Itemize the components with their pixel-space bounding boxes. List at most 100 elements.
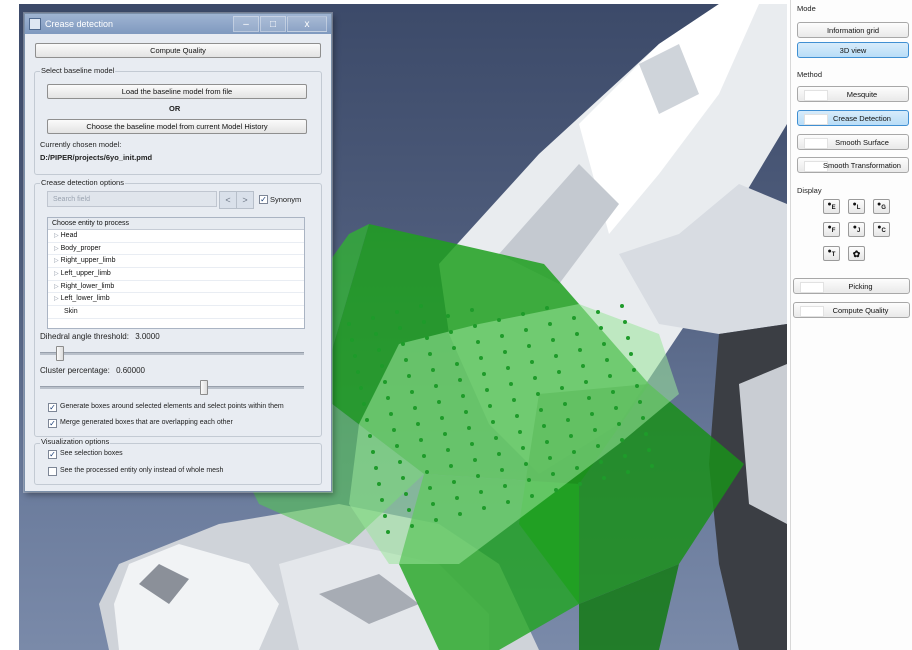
mesh-point — [428, 352, 432, 356]
mesh-point — [407, 374, 411, 378]
entity-item[interactable]: ▷ Left_lower_limb — [48, 293, 304, 307]
entity-item[interactable]: ▷ Right_upper_limb — [48, 255, 304, 269]
mesh-point — [392, 428, 396, 432]
mesh-point — [503, 350, 507, 354]
mesh-point — [557, 370, 561, 374]
mesh-point — [386, 396, 390, 400]
mesh-point — [476, 340, 480, 344]
display-g-button[interactable]: ●G — [873, 199, 890, 214]
mesh-point — [449, 330, 453, 334]
or-text: OR — [169, 104, 181, 113]
dihedral-slider-handle[interactable] — [56, 346, 64, 361]
mesquite-button[interactable]: Mesquite — [797, 86, 909, 102]
mesh-point — [608, 374, 612, 378]
see-boxes-checkbox[interactable]: ✓ — [48, 450, 57, 459]
mesh-point — [479, 490, 483, 494]
mesh-point — [395, 310, 399, 314]
mesh-point — [389, 412, 393, 416]
display-t-button[interactable]: ●T — [823, 246, 840, 261]
mesh-point — [500, 468, 504, 472]
mesh-point — [524, 462, 528, 466]
crease-detection-button[interactable]: Crease Detection — [797, 110, 909, 126]
mesh-point — [521, 312, 525, 316]
mesh-point — [578, 348, 582, 352]
entity-item[interactable]: ▷ Body_proper — [48, 243, 304, 256]
compute-quality-panel-button[interactable]: Compute Quality — [793, 302, 910, 318]
choose-baseline-button[interactable]: Choose the baseline model from current M… — [47, 119, 307, 134]
mesh-point — [605, 358, 609, 362]
mesh-point — [404, 492, 408, 496]
entity-item[interactable]: ▷ Head — [48, 230, 304, 243]
mesh-point — [401, 476, 405, 480]
baseline-group-title: Select baseline model — [40, 66, 116, 75]
mesh-point — [602, 476, 606, 480]
entity-item[interactable]: ▷ Left_upper_limb — [48, 268, 304, 281]
mesh-point — [644, 432, 648, 436]
mesh-point — [401, 342, 405, 346]
see-boxes-label: See selection boxes — [60, 450, 123, 457]
mesh-point — [371, 316, 375, 320]
method-label: Method — [797, 70, 823, 79]
mesh-point — [425, 470, 429, 474]
load-baseline-button[interactable]: Load the baseline model from file — [47, 84, 307, 99]
mesh-point — [515, 414, 519, 418]
dialog-titlebar[interactable]: Crease detection – □ x — [25, 14, 331, 34]
compute-quality-button[interactable]: Compute Quality — [35, 43, 321, 58]
cluster-slider-handle[interactable] — [200, 380, 208, 395]
mesh-point — [383, 514, 387, 518]
mesh-point — [566, 418, 570, 422]
mesh-point — [446, 448, 450, 452]
mesh-point — [398, 326, 402, 330]
entity-item[interactable]: ▷ Right_lower_limb — [48, 281, 304, 294]
mesh-point — [485, 388, 489, 392]
options-group-title: Crease detection options — [40, 178, 125, 187]
mesh-point — [530, 360, 534, 364]
mesh-point — [533, 376, 537, 380]
mesh-point — [458, 378, 462, 382]
mesh-point — [482, 506, 486, 510]
mesh-point — [467, 426, 471, 430]
mesh-point — [440, 416, 444, 420]
mesh-point — [593, 428, 597, 432]
generate-boxes-checkbox[interactable]: ✓ — [48, 403, 57, 412]
display-e-button[interactable]: ●E — [823, 199, 840, 214]
mesh-point — [620, 438, 624, 442]
mesh-point — [353, 354, 357, 358]
minimize-button[interactable]: – — [233, 16, 259, 32]
mesh-point — [398, 460, 402, 464]
mesh-point — [368, 434, 372, 438]
entity-item[interactable]: Skin — [48, 306, 304, 319]
close-button[interactable]: x — [287, 16, 327, 32]
information-grid-button[interactable]: Information grid — [797, 22, 909, 38]
settings-gear-icon[interactable]: ✿ — [848, 246, 865, 261]
mesh-point — [431, 502, 435, 506]
search-input[interactable]: Search field — [47, 191, 217, 207]
mesh-point — [380, 364, 384, 368]
mesh-point — [395, 444, 399, 448]
mesh-point — [461, 394, 465, 398]
maximize-button[interactable]: □ — [260, 16, 286, 32]
picking-button[interactable]: Picking — [793, 278, 910, 294]
mesh-point — [575, 466, 579, 470]
display-f-button[interactable]: ●F — [823, 222, 840, 237]
display-l-button[interactable]: ●L — [848, 199, 865, 214]
mesh-point — [551, 472, 555, 476]
mesh-point — [554, 488, 558, 492]
mesh-point — [638, 400, 642, 404]
processed-only-checkbox[interactable] — [48, 467, 57, 476]
smooth-surface-button[interactable]: Smooth Surface — [797, 134, 909, 150]
mesh-point — [419, 438, 423, 442]
mesh-point — [590, 412, 594, 416]
mesh-point — [452, 346, 456, 350]
dihedral-label: Dihedral angle threshold: 3.0000 — [40, 332, 160, 341]
synonym-checkbox[interactable]: ✓ — [259, 195, 268, 204]
smooth-transformation-button[interactable]: Smooth Transformation — [797, 157, 909, 173]
display-j-button[interactable]: ●J — [848, 222, 865, 237]
next-button[interactable]: > — [236, 191, 254, 209]
mesh-point — [521, 446, 525, 450]
prev-button[interactable]: < — [219, 191, 237, 209]
merge-boxes-checkbox[interactable]: ✓ — [48, 419, 57, 428]
display-c-button[interactable]: ●C — [873, 222, 890, 237]
3d-view-button[interactable]: 3D view — [797, 42, 909, 58]
mesh-point — [455, 362, 459, 366]
